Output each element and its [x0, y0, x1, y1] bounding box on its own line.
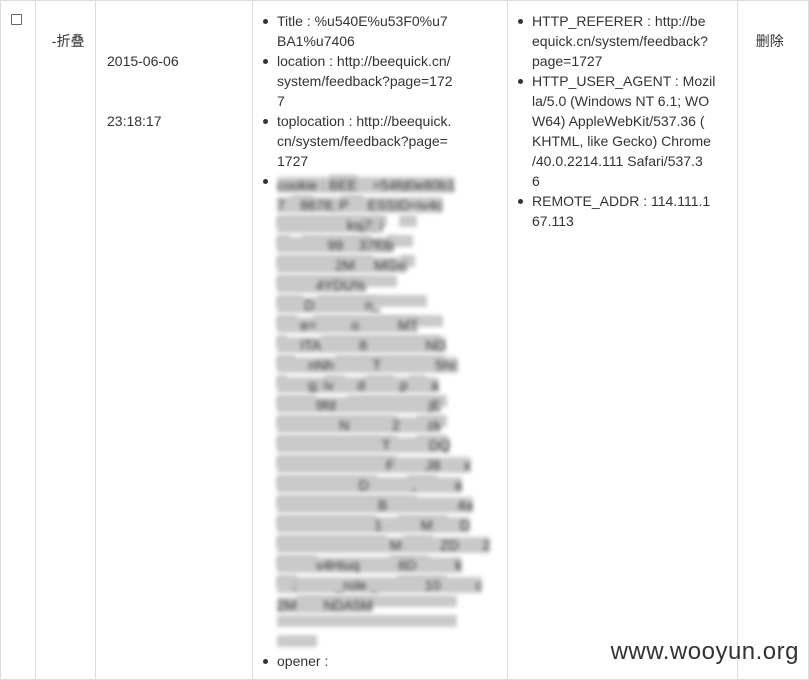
column-divider — [35, 0, 36, 680]
cookie-line: 9fd jE — [277, 391, 503, 413]
cookie-line: 2M NDA5M — [277, 591, 503, 613]
cookie-line: 99 37f0b — [277, 231, 503, 253]
param-cookie: cookie : BEE =54fd0e80b1 7 8678; P ESSID=… — [263, 171, 503, 651]
cookie-line: ITA 8 ND — [277, 331, 503, 353]
cookie-line: 2M MGxi — [277, 251, 503, 273]
delete-cell: 删除 — [748, 11, 784, 51]
cookie-line: M ZD 2 — [277, 531, 503, 553]
redaction-blur — [277, 615, 457, 627]
cookie-line: D , a — [277, 471, 503, 493]
collapse-toggle[interactable]: -折叠 — [44, 11, 85, 51]
cookie-line: 7 8678; P ESSID=iv4c — [277, 191, 503, 213]
cookie-line: N 2 zk — [277, 411, 503, 433]
cookie-line: 4YDU% — [277, 271, 503, 293]
request-params-list: Title : %u540E%u53F0%u7 BA1%u7406 locati… — [263, 11, 503, 671]
cookie-line: ksj7; i — [277, 211, 503, 233]
param-remote-addr: REMOTE_ADDR : 114.111.1 67.113 — [518, 191, 733, 231]
timestamp-time: 23:18:17 — [107, 113, 162, 129]
param-http-user-agent: HTTP_USER_AGENT : Mozil la/5.0 (Windows … — [518, 71, 733, 191]
site-watermark: www.wooyun.org — [610, 638, 799, 665]
cookie-line: e= o MT — [277, 311, 503, 333]
cookie-line: v4Hiuq 6D k — [277, 551, 503, 573]
cookie-line: g; iv d p a — [277, 371, 503, 393]
param-toplocation: toplocation : http://beequick. cn/system… — [263, 111, 503, 171]
cookie-line: D n_ — [277, 291, 503, 313]
cookie-line: nNh T 5hc — [277, 351, 503, 373]
param-title: Title : %u540E%u53F0%u7 BA1%u7406 — [263, 11, 503, 51]
timestamp-cell: 2015-06-06 23:18:17 — [107, 11, 179, 151]
row-select-checkbox[interactable] — [11, 14, 22, 25]
column-divider — [252, 0, 253, 680]
cookie-line: B 4a — [277, 491, 503, 513]
param-location: location : http://beequick.cn/ system/fe… — [263, 51, 503, 111]
cookie-line: 1 M D — [277, 511, 503, 533]
collapse-link[interactable]: -折叠 — [52, 33, 85, 49]
cookie-line — [277, 631, 503, 651]
delete-link[interactable]: 删除 — [756, 33, 784, 49]
column-divider — [507, 0, 508, 680]
column-divider — [95, 0, 96, 680]
server-params-list: HTTP_REFERER : http://be equick.cn/syste… — [518, 11, 733, 231]
redaction-blur — [399, 215, 417, 227]
timestamp-date: 2015-06-06 — [107, 53, 179, 69]
cookie-line: F J8 x — [277, 451, 503, 473]
cookie-line — [277, 611, 503, 631]
cookie-line: cookie : BEE =54fd0e80b1 — [277, 171, 503, 193]
cookie-line: ; _role _ 10 c — [277, 571, 503, 593]
column-divider — [737, 0, 738, 680]
param-http-referer: HTTP_REFERER : http://be equick.cn/syste… — [518, 11, 733, 71]
param-opener: opener : — [263, 651, 503, 671]
redaction-blur — [277, 635, 317, 647]
cookie-line: T DQ — [277, 431, 503, 453]
